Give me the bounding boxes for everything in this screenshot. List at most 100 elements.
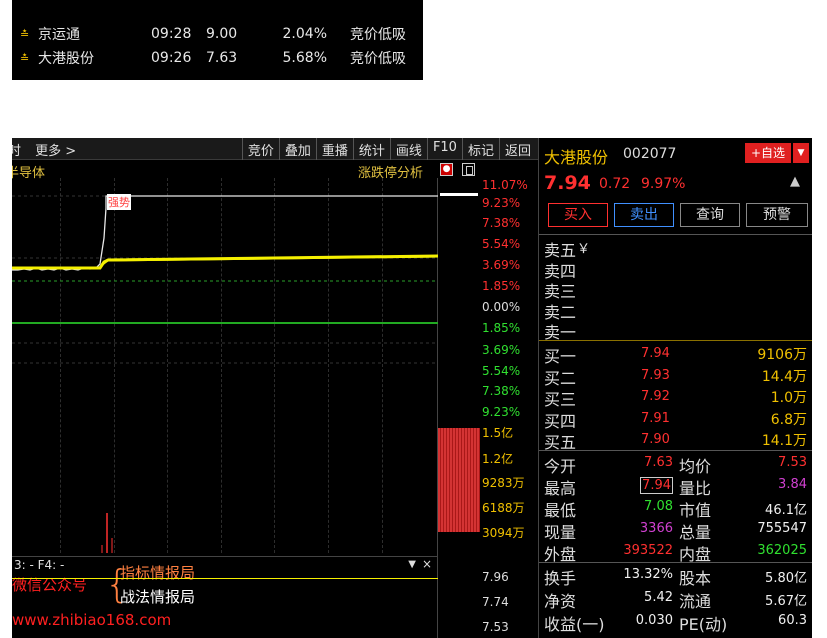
bid-row[interactable]: 买二 7.93 14.4万 <box>539 365 812 388</box>
up-arrow-icon: ≛ <box>20 27 30 41</box>
stat-value: 0.030 <box>635 613 673 628</box>
stat-row: 今开 7.63 均价 7.53 <box>539 453 812 476</box>
stat-label: 股本 <box>679 569 712 588</box>
bid-row[interactable]: 买一 7.94 9106万 <box>539 343 812 366</box>
signal-price: 7.63 <box>206 50 238 66</box>
chart-toolbar: 时 更多 > 竞价 叠加 重播 统计 画线 F10 标记 返回 <box>12 138 538 160</box>
stat-value: 5.80亿 <box>765 571 807 586</box>
stat-label: PE(动) <box>679 615 728 634</box>
stat-value: 7.08 <box>644 499 673 514</box>
statistics-button[interactable]: 统计 <box>352 138 390 160</box>
trading-terminal: 时 更多 > 竞价 叠加 重播 统计 画线 F10 标记 返回 半导体 涨跌停分… <box>12 138 812 638</box>
volume-axis-label: 3094万 <box>482 526 525 540</box>
stat-value: 393522 <box>623 543 673 558</box>
price-axis-label: 3.69% <box>482 258 521 272</box>
indicator-line <box>12 578 438 579</box>
stat-label: 最低 <box>544 501 577 520</box>
dropdown-icon[interactable]: ▼ <box>408 559 416 570</box>
bid-price: 7.94 <box>641 346 670 361</box>
stat-value: 3.84 <box>778 477 807 492</box>
price-axis-label: 1.85% <box>482 321 521 335</box>
query-button[interactable]: 查询 <box>680 203 740 227</box>
auction-button[interactable]: 竞价 <box>241 138 279 160</box>
draw-line-button[interactable]: 画线 <box>389 138 427 160</box>
price-line-chart[interactable] <box>12 178 438 408</box>
watermark: 微信公众号 { 指标情报局 战法情报局 www.zhibiao168.com <box>12 558 252 638</box>
signal-type: 竞价低吸 <box>350 27 406 43</box>
stat-row: 净资 5.42 流通 5.67亿 <box>539 588 812 611</box>
price-axis-label: 7.38% <box>482 216 521 230</box>
stat-value: 7.53 <box>778 455 807 470</box>
stat-label: 净资 <box>544 592 577 611</box>
stat-row: 最低 7.08 市值 46.1亿 <box>539 497 812 520</box>
stock-name: 京运通 <box>38 27 80 43</box>
price-axis-label: 11.07% <box>482 178 528 192</box>
ask-row[interactable]: 卖一 <box>539 319 812 342</box>
indicator-axis-label: 7.74 <box>482 595 509 609</box>
sell-button[interactable]: 卖出 <box>614 203 674 227</box>
timeshare-tab[interactable]: 时 <box>12 144 21 159</box>
up-arrow-icon: ≛ <box>20 51 30 65</box>
bell-icon[interactable]: ▲ <box>790 174 800 189</box>
back-button[interactable]: 返回 <box>498 138 536 160</box>
stat-label: 总量 <box>679 523 712 542</box>
chevron-down-icon[interactable]: ▼ <box>793 143 809 163</box>
stat-value: 46.1亿 <box>765 503 807 518</box>
stat-value: 3366 <box>639 521 673 536</box>
ask-row[interactable]: 卖五 ￥ <box>539 237 812 260</box>
add-watchlist-button[interactable]: +自选 <box>745 143 791 163</box>
price-axis-label: 1.85% <box>482 279 521 293</box>
replay-button[interactable]: 重播 <box>315 138 353 160</box>
ask-row[interactable]: 卖三 <box>539 278 812 301</box>
signal-row-partial[interactable] <box>12 0 423 14</box>
bid-row[interactable]: 买四 7.91 6.8万 <box>539 408 812 431</box>
stat-row: 换手 13.32% 股本 5.80亿 <box>539 565 812 588</box>
stat-value: 60.3 <box>778 613 807 628</box>
indicator-axis-label: 7.96 <box>482 570 509 584</box>
more-menu[interactable]: 更多 > <box>35 144 76 159</box>
signal-price: 9.00 <box>206 26 238 42</box>
price-axis-label: 5.54% <box>482 237 521 251</box>
bid-price: 7.93 <box>641 367 670 383</box>
record-icon[interactable]: ● <box>440 163 453 176</box>
strong-tag: 强势 <box>107 194 131 210</box>
bid-row[interactable]: 买三 7.92 1.0万 <box>539 386 812 409</box>
stat-row: 外盘 393522 内盘 362025 <box>539 541 812 564</box>
signal-type: 竞价低吸 <box>350 51 406 67</box>
stat-label: 最高 <box>544 479 577 498</box>
overlay-button[interactable]: 叠加 <box>278 138 316 160</box>
ask-row[interactable]: 卖二 <box>539 299 812 322</box>
signal-list-snippet: ≛ 京运通 09:28 9.00 2.04% 竞价低吸 ≛ 大港股份 09:26… <box>12 0 423 80</box>
signal-row[interactable]: ≛ 大港股份 09:26 7.63 5.68% 竞价低吸 <box>12 47 423 69</box>
ask-row[interactable]: 卖四 <box>539 258 812 281</box>
stat-label: 收益(一) <box>544 615 605 634</box>
stat-label: 现量 <box>544 523 577 542</box>
stat-value: 362025 <box>757 543 807 558</box>
volume-axis-label: 6188万 <box>482 501 525 515</box>
brand-line-1: 指标情报局 <box>120 564 196 582</box>
bid-row[interactable]: 买五 7.90 14.1万 <box>539 429 812 452</box>
f10-button[interactable]: F10 <box>426 138 462 160</box>
price-change-pct: 9.97% <box>641 176 686 192</box>
stock-name: 大港股份 <box>38 51 94 67</box>
signal-time: 09:26 <box>151 50 192 66</box>
bid-label: 买一 <box>544 347 577 366</box>
close-icon[interactable]: × <box>422 557 432 571</box>
bid-price: 7.90 <box>641 432 670 447</box>
volume-axis-label: 1.5亿 <box>482 426 514 440</box>
stat-row: 最高 7.94 量比 3.84 <box>539 475 812 498</box>
alert-button[interactable]: 预警 <box>746 203 808 227</box>
bid-label: 买二 <box>544 368 577 388</box>
divider <box>539 234 812 235</box>
bid-price: 7.91 <box>641 410 670 426</box>
buy-button[interactable]: 买入 <box>548 203 608 227</box>
currency-icon: ￥ <box>577 242 591 257</box>
window-icon[interactable] <box>462 163 475 176</box>
signal-row[interactable]: ≛ 京运通 09:28 9.00 2.04% 竞价低吸 <box>12 23 423 45</box>
divider <box>539 450 812 451</box>
stat-row: 收益(一) 0.030 PE(动) 60.3 <box>539 611 812 634</box>
price-axis-label: 0.00% <box>482 300 521 314</box>
stat-value: 7.63 <box>644 455 673 470</box>
mark-button[interactable]: 标记 <box>461 138 499 160</box>
stat-label: 换手 <box>544 569 577 588</box>
